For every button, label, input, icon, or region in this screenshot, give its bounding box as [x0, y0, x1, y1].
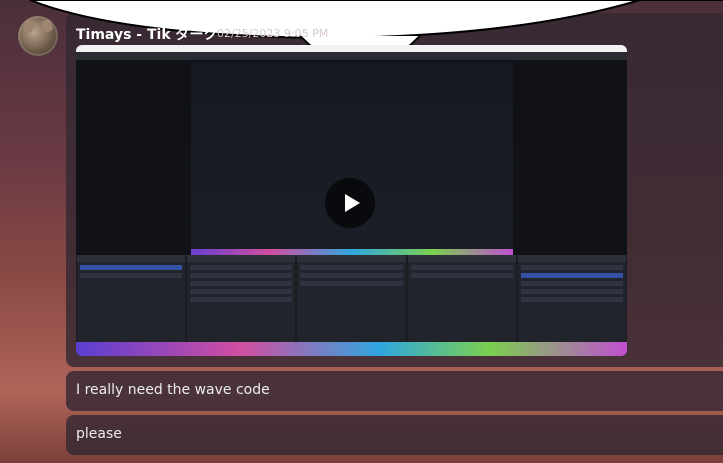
dock-panel — [517, 255, 627, 342]
message-card: I really need the wave code — [66, 371, 723, 411]
play-button[interactable] — [325, 178, 375, 228]
video-frame-titlebar — [76, 45, 627, 52]
timestamp: 02/25/2023 9:05 PM — [217, 27, 329, 40]
username[interactable]: Timays - Tik ダーク — [76, 24, 218, 44]
message-card: please — [66, 415, 723, 455]
user-avatar[interactable] — [18, 16, 58, 56]
dock-panel — [77, 255, 186, 342]
avatar-ear — [40, 18, 54, 34]
video-frame-docks — [76, 255, 627, 342]
message-text: please — [76, 426, 122, 442]
dock-panel — [407, 255, 516, 342]
message-text: I really need the wave code — [76, 382, 270, 398]
video-attachment[interactable] — [76, 45, 627, 356]
video-frame-menubar — [76, 52, 627, 60]
avatar-ear — [22, 18, 36, 34]
play-icon — [344, 194, 360, 212]
video-frame-taskbar — [76, 342, 627, 356]
dock-panel — [297, 255, 406, 342]
dock-panel — [187, 255, 296, 342]
nested-window — [191, 62, 513, 262]
